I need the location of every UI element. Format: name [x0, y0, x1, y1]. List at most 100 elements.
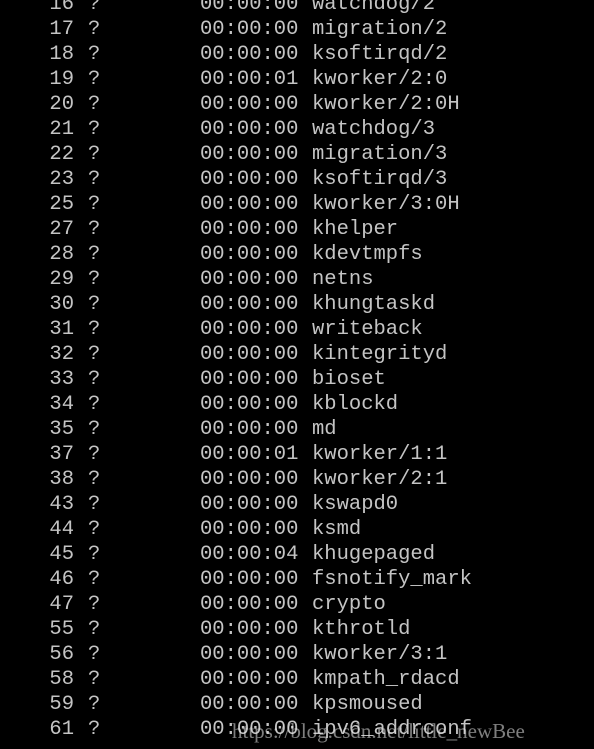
process-pid: 22: [49, 143, 74, 166]
process-tty: ?: [88, 293, 101, 316]
process-tty: ?: [88, 643, 101, 666]
process-tty: ?: [88, 418, 101, 441]
process-cmd: ksoftirqd/2: [312, 43, 448, 66]
process-cmd: migration/2: [312, 18, 448, 41]
process-tty: ?: [88, 468, 101, 491]
process-pid: 16: [49, 0, 74, 16]
process-cmd: kmpath_rdacd: [312, 668, 460, 691]
process-row: 33? 00:00:00 bioset: [0, 367, 594, 392]
process-time: 00:00:00: [200, 643, 299, 666]
process-tty: ?: [88, 193, 101, 216]
process-cmd: crypto: [312, 593, 386, 616]
process-row: 34? 00:00:00 kblockd: [0, 392, 594, 417]
process-cmd: ksoftirqd/3: [312, 168, 448, 191]
process-time: 00:00:00: [200, 318, 299, 341]
process-cmd: kpsmoused: [312, 693, 423, 716]
process-row: 44? 00:00:00 ksmd: [0, 517, 594, 542]
process-pid: 44: [49, 518, 74, 541]
process-pid: 18: [49, 43, 74, 66]
process-pid: 31: [49, 318, 74, 341]
process-time: 00:00:00: [200, 93, 299, 116]
process-time: 00:00:00: [200, 143, 299, 166]
process-row: 31? 00:00:00 writeback: [0, 317, 594, 342]
process-cmd: khungtaskd: [312, 293, 436, 316]
process-time: 00:00:01: [200, 68, 299, 91]
process-tty: ?: [88, 393, 101, 416]
process-cmd: kworker/3:1: [312, 643, 448, 666]
process-time: 00:00:00: [200, 0, 299, 16]
process-pid: 55: [49, 618, 74, 641]
process-row: 27? 00:00:00 khelper: [0, 217, 594, 242]
process-pid: 35: [49, 418, 74, 441]
process-time: 00:00:00: [200, 268, 299, 291]
process-tty: ?: [88, 118, 101, 141]
process-cmd: kswapd0: [312, 493, 399, 516]
process-tty: ?: [88, 543, 101, 566]
process-row: 37? 00:00:01 kworker/1:1: [0, 442, 594, 467]
process-cmd: watchdog/3: [312, 118, 436, 141]
process-tty: ?: [88, 443, 101, 466]
process-time: 00:00:00: [200, 168, 299, 191]
process-time: 00:00:00: [200, 693, 299, 716]
process-pid: 21: [49, 118, 74, 141]
process-row: 21? 00:00:00 watchdog/3: [0, 117, 594, 142]
process-tty: ?: [88, 718, 101, 741]
process-row: 59? 00:00:00 kpsmoused: [0, 692, 594, 717]
process-cmd: kblockd: [312, 393, 399, 416]
process-time: 00:00:00: [200, 193, 299, 216]
process-row: 45? 00:00:04 khugepaged: [0, 542, 594, 567]
process-pid: 17: [49, 18, 74, 41]
process-pid: 30: [49, 293, 74, 316]
process-tty: ?: [88, 568, 101, 591]
process-tty: ?: [88, 368, 101, 391]
process-time: 00:00:00: [200, 668, 299, 691]
process-row: 17? 00:00:00 migration/2: [0, 17, 594, 42]
process-tty: ?: [88, 43, 101, 66]
process-row: 55? 00:00:00 kthrotld: [0, 617, 594, 642]
process-row: 18? 00:00:00 ksoftirqd/2: [0, 42, 594, 67]
process-time: 00:00:00: [200, 568, 299, 591]
process-time: 00:00:04: [200, 543, 299, 566]
process-row: 29? 00:00:00 netns: [0, 267, 594, 292]
process-time: 00:00:00: [200, 618, 299, 641]
process-time: 00:00:00: [200, 493, 299, 516]
process-row: 35? 00:00:00 md: [0, 417, 594, 442]
process-row: 32? 00:00:00 kintegrityd: [0, 342, 594, 367]
process-cmd: kworker/2:0H: [312, 93, 460, 116]
process-row: 30? 00:00:00 khungtaskd: [0, 292, 594, 317]
process-time: 00:00:00: [200, 393, 299, 416]
process-cmd: fsnotify_mark: [312, 568, 472, 591]
process-tty: ?: [88, 68, 101, 91]
process-cmd: kworker/1:1: [312, 443, 448, 466]
process-time: 00:00:00: [200, 368, 299, 391]
process-cmd: kthrotld: [312, 618, 411, 641]
process-tty: ?: [88, 493, 101, 516]
process-row: 20? 00:00:00 kworker/2:0H: [0, 92, 594, 117]
process-cmd: kintegrityd: [312, 343, 448, 366]
process-cmd: md: [312, 418, 337, 441]
process-time: 00:00:00: [200, 293, 299, 316]
process-row: 28? 00:00:00 kdevtmpfs: [0, 242, 594, 267]
process-tty: ?: [88, 143, 101, 166]
process-pid: 23: [49, 168, 74, 191]
process-pid: 32: [49, 343, 74, 366]
process-cmd: migration/3: [312, 143, 448, 166]
process-time: 00:00:00: [200, 18, 299, 41]
process-cmd: watchdog/2: [312, 0, 436, 16]
process-cmd: ksmd: [312, 518, 362, 541]
process-pid: 61: [49, 718, 74, 741]
process-pid: 19: [49, 68, 74, 91]
process-tty: ?: [88, 618, 101, 641]
process-time: 00:00:00: [200, 418, 299, 441]
process-tty: ?: [88, 18, 101, 41]
process-row: 25? 00:00:00 kworker/3:0H: [0, 192, 594, 217]
process-cmd: kworker/2:0: [312, 68, 448, 91]
process-time: 00:00:00: [200, 243, 299, 266]
process-pid: 46: [49, 568, 74, 591]
process-pid: 58: [49, 668, 74, 691]
process-tty: ?: [88, 0, 101, 16]
process-time: 00:00:00: [200, 343, 299, 366]
process-tty: ?: [88, 343, 101, 366]
process-time: 00:00:00: [200, 218, 299, 241]
process-tty: ?: [88, 168, 101, 191]
